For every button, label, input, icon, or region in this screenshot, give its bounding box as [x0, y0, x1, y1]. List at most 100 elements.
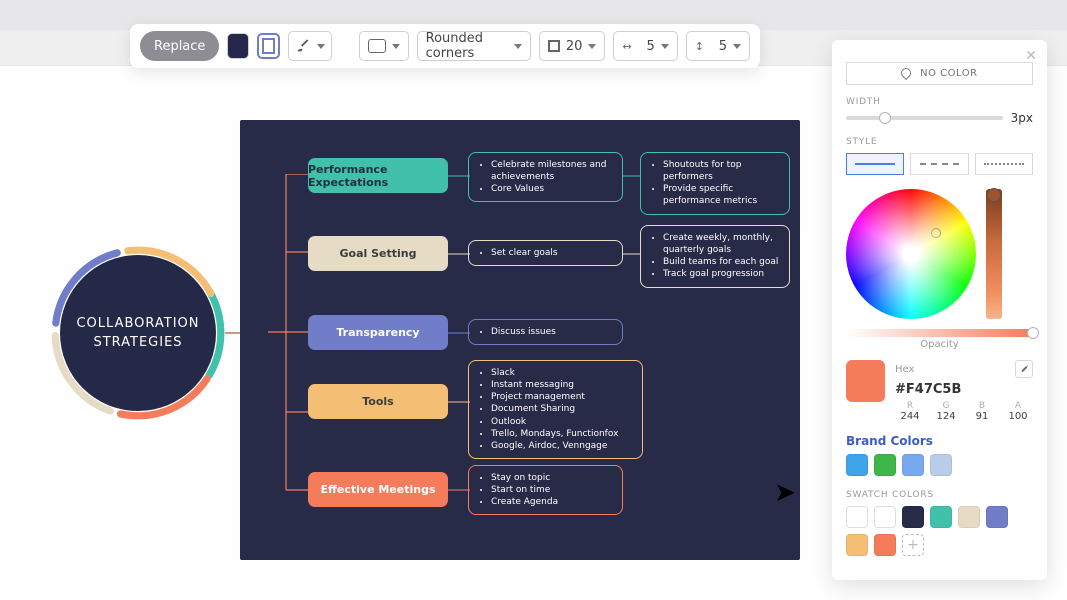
- list-item: Trello, Mondays, Functionfox: [491, 428, 632, 440]
- v-spacing-dropdown[interactable]: ↕ 5: [686, 31, 750, 61]
- hex-label: Hex: [895, 364, 914, 375]
- line-style-dotted[interactable]: [975, 153, 1033, 175]
- list-item: Discuss issues: [491, 326, 612, 338]
- list-item: Document Sharing: [491, 403, 632, 415]
- list-item: Google, Airdoc, Venngage: [491, 440, 632, 452]
- v-space-value: 5: [719, 39, 727, 54]
- hex-value[interactable]: #F47C5B: [895, 382, 1033, 397]
- width-value: 3px: [1011, 111, 1033, 125]
- color-swatch[interactable]: [846, 534, 868, 556]
- caret-down-icon: [588, 44, 596, 49]
- conn: [448, 175, 470, 177]
- list-item: Build teams for each goal: [663, 256, 779, 268]
- conn: [448, 401, 470, 403]
- branch-transparency[interactable]: Transparency: [308, 315, 448, 350]
- list-item: Shoutouts for top performers: [663, 159, 779, 183]
- root-node-inner: COLLABORATION STRATEGIES: [60, 255, 216, 411]
- note-meet-a[interactable]: Stay on topicStart on timeCreate Agenda: [468, 465, 623, 515]
- a-label: A: [1015, 401, 1021, 411]
- list-item: Create weekly, monthly, quarterly goals: [663, 232, 779, 256]
- note-perf-a[interactable]: Celebrate milestones and achievementsCor…: [468, 152, 623, 202]
- list-item: Stay on topic: [491, 472, 612, 484]
- shape-dropdown[interactable]: [359, 31, 409, 61]
- eyedropper-icon: [1019, 364, 1030, 375]
- trunk-connector: [268, 174, 308, 504]
- swatch-colors-title: SWATCH COLORS: [846, 490, 1033, 500]
- border-width-dropdown[interactable]: 20: [539, 31, 606, 61]
- conn: [448, 332, 470, 334]
- close-icon[interactable]: ✕: [1025, 48, 1037, 64]
- branch-meetings[interactable]: Effective Meetings: [308, 472, 448, 507]
- branch-goal[interactable]: Goal Setting: [308, 236, 448, 271]
- note-perf-b[interactable]: Shoutouts for top performersProvide spec…: [640, 152, 790, 215]
- color-swatch[interactable]: [930, 506, 952, 528]
- wheel-picker-icon: [931, 228, 941, 238]
- brand-swatch[interactable]: [874, 454, 896, 476]
- conn: [623, 175, 641, 177]
- no-color-label: NO COLOR: [920, 68, 977, 79]
- conn: [623, 253, 641, 255]
- corner-style-dropdown[interactable]: Rounded corners: [417, 31, 531, 61]
- root-node[interactable]: COLLABORATION STRATEGIES: [48, 243, 228, 423]
- border-width-value: 20: [566, 39, 583, 54]
- line-style-dashed[interactable]: [910, 153, 968, 175]
- color-swatch[interactable]: [874, 534, 896, 556]
- b-value[interactable]: 91: [976, 411, 989, 422]
- caret-down-icon: [733, 44, 741, 49]
- note-goal-b[interactable]: Create weekly, monthly, quarterly goalsB…: [640, 225, 790, 288]
- brand-swatch[interactable]: [930, 454, 952, 476]
- current-color-swatch[interactable]: [846, 360, 885, 402]
- width-label: WIDTH: [846, 97, 1033, 107]
- root-label-1: COLLABORATION: [76, 314, 199, 334]
- hue-slider[interactable]: [986, 189, 1002, 319]
- cursor-icon: ➤: [774, 477, 796, 508]
- color-swatch[interactable]: [986, 506, 1008, 528]
- diagram-canvas[interactable]: Performance Expectations Celebrate miles…: [240, 120, 800, 560]
- conn: [448, 489, 470, 491]
- note-goal-a[interactable]: Set clear goals: [468, 240, 623, 266]
- replace-button[interactable]: Replace: [140, 31, 219, 61]
- brand-swatch[interactable]: [902, 454, 924, 476]
- swatch-colors-row: +: [846, 506, 1033, 556]
- list-item: Set clear goals: [491, 247, 612, 259]
- color-swatch[interactable]: [958, 506, 980, 528]
- list-item: Track goal progression: [663, 268, 779, 280]
- b-label: B: [979, 401, 985, 411]
- stroke-color-swatch[interactable]: [257, 33, 279, 59]
- no-color-button[interactable]: NO COLOR: [846, 62, 1033, 85]
- branch-tools[interactable]: Tools: [308, 384, 448, 419]
- brand-swatch[interactable]: [846, 454, 868, 476]
- list-item: Slack: [491, 367, 632, 379]
- fill-color-swatch[interactable]: [227, 33, 249, 59]
- brush-dropdown[interactable]: [288, 31, 332, 61]
- h-spacing-dropdown[interactable]: ↔ 5: [613, 31, 677, 61]
- list-item: Core Values: [491, 183, 612, 195]
- g-value[interactable]: 124: [936, 411, 955, 422]
- note-tools-a[interactable]: SlackInstant messagingProject management…: [468, 360, 643, 459]
- color-swatch[interactable]: [902, 506, 924, 528]
- brand-colors-title: Brand Colors: [846, 434, 1033, 448]
- list-item: Start on time: [491, 484, 612, 496]
- note-trans-a[interactable]: Discuss issues: [468, 319, 623, 345]
- add-swatch-button[interactable]: +: [902, 534, 924, 556]
- brand-colors-row: [846, 454, 1033, 476]
- list-item: Instant messaging: [491, 379, 632, 391]
- caret-down-icon: [514, 44, 522, 49]
- a-value[interactable]: 100: [1008, 411, 1027, 422]
- line-style-solid[interactable]: [846, 153, 904, 175]
- width-slider[interactable]: [846, 116, 1003, 120]
- h-space-value: 5: [646, 39, 654, 54]
- droplet-icon: [899, 66, 913, 80]
- eyedropper-button[interactable]: [1015, 360, 1033, 378]
- color-wheel[interactable]: [846, 189, 976, 319]
- r-value[interactable]: 244: [900, 411, 919, 422]
- color-swatch[interactable]: [874, 506, 896, 528]
- list-item: Outlook: [491, 416, 632, 428]
- branch-performance[interactable]: Performance Expectations: [308, 158, 448, 193]
- color-swatch[interactable]: [846, 506, 868, 528]
- g-label: G: [943, 401, 950, 411]
- root-label-2: STRATEGIES: [76, 333, 199, 353]
- format-toolbar: Replace Rounded corners 20 ↔ 5 ↕ 5: [130, 24, 760, 68]
- style-panel: ✕ NO COLOR WIDTH 3px STYLE Opacity Hex: [832, 40, 1047, 580]
- opacity-slider[interactable]: [846, 329, 1033, 337]
